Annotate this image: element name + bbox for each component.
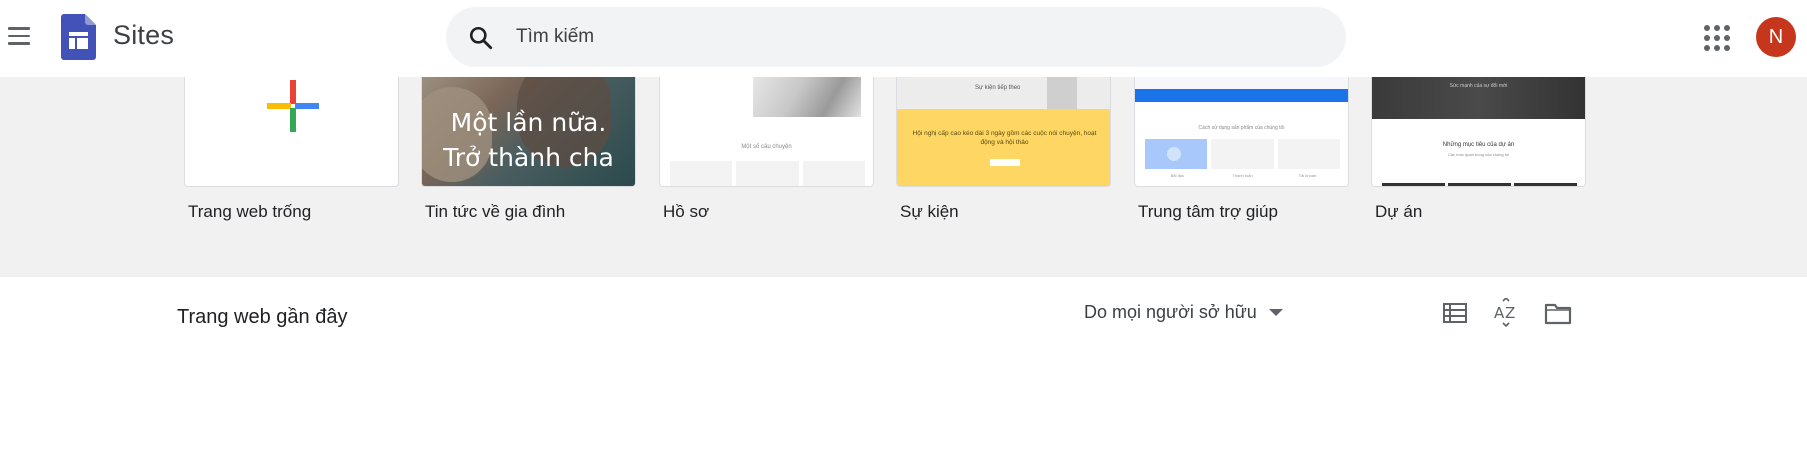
template-gallery: Trang web trống Một lần nữa. Trở thành c…: [0, 77, 1807, 277]
thumbnail-title: Những mục tiêu của dự án: [1442, 142, 1515, 148]
thumbnail-text: Sức mạnh của sự đổi mới: [1449, 83, 1508, 89]
thumbnail-header: Sự kiện tiếp theo: [897, 77, 1110, 109]
thumbnail-text: Một số câu chuyện: [741, 144, 792, 150]
google-apps-icon[interactable]: [1702, 23, 1732, 53]
template-thumbnail[interactable]: Cách sử dụng sản phẩm của chúng tôi Bắt …: [1134, 77, 1349, 187]
template-label: Sự kiện: [900, 202, 959, 221]
thumbnail-photo: [753, 77, 861, 117]
thumbnail-cards: [670, 161, 865, 186]
sites-logo-icon[interactable]: [61, 14, 96, 60]
template-label: Trung tâm trợ giúp: [1138, 202, 1278, 221]
app-name[interactable]: Sites: [113, 20, 174, 51]
top-app-bar: Sites N: [0, 0, 1807, 77]
template-thumbnail[interactable]: Sự kiện tiếp theo Hội nghị cấp cao kéo d…: [896, 77, 1111, 187]
svg-text:Z: Z: [1505, 304, 1515, 322]
template-label: Dự án: [1375, 202, 1423, 221]
account-avatar[interactable]: N: [1756, 17, 1796, 57]
template-label: Tin tức về gia đình: [425, 202, 566, 221]
template-thumbnail[interactable]: [184, 77, 399, 187]
recent-sites-heading: Trang web gần đây: [177, 306, 348, 328]
thumbnail-header: [1135, 77, 1348, 89]
thumbnail-cards: [1145, 139, 1340, 169]
headline-line: Một lần nữa.: [450, 108, 607, 137]
thumbnail-photos: [1382, 183, 1577, 186]
list-view-icon[interactable]: [1440, 298, 1470, 328]
thumbnail-caption: Thanh toán: [1232, 173, 1253, 178]
template-thumbnail[interactable]: Sức mạnh của sự đổi mới Những mục tiêu c…: [1371, 77, 1586, 187]
thumbnail-title: Sự kiện tiếp theo: [975, 85, 1021, 91]
thumbnail-caption: Bắt đầu: [1170, 173, 1185, 178]
owner-filter-label: Do mọi người sở hữu: [1084, 302, 1257, 322]
thumbnail-bar: [1135, 89, 1348, 102]
search-bar[interactable]: [446, 7, 1346, 67]
thumbnail-text: Cách sử dụng sản phẩm của chúng tôi: [1198, 125, 1285, 131]
template-thumbnail[interactable]: Một số câu chuyện: [659, 77, 874, 187]
headline-line: Trở thành cha: [443, 143, 614, 172]
main-menu-icon[interactable]: [6, 17, 32, 55]
template-thumbnail[interactable]: Một lần nữa. Trở thành cha: [421, 77, 636, 187]
folder-icon[interactable]: [1543, 298, 1573, 328]
thumbnail-photo: [1047, 77, 1077, 109]
dropdown-arrow-icon: [1268, 309, 1283, 316]
template-label: Hồ sơ: [663, 202, 710, 221]
thumbnail-header: Sức mạnh của sự đổi mới: [1372, 77, 1585, 119]
search-input[interactable]: [516, 17, 1316, 57]
thumbnail-captions: Bắt đầu Thanh toán Tài khoản: [1145, 173, 1340, 178]
svg-text:A: A: [1494, 304, 1505, 322]
template-label: Trang web trống: [188, 202, 312, 221]
thumbnail-headline: Một lần nữa. Trở thành cha: [422, 105, 635, 175]
thumbnail-text: Hội nghị cấp cao kéo dài 3 ngày gồm các …: [912, 130, 1097, 146]
thumbnail-caption: Tài khoản: [1298, 173, 1317, 178]
sort-az-icon[interactable]: A Z: [1491, 298, 1521, 328]
search-icon[interactable]: [468, 25, 494, 51]
plus-icon: [267, 80, 319, 132]
owner-filter-dropdown[interactable]: Do mọi người sở hữu: [1084, 302, 1283, 323]
thumbnail-button: [990, 159, 1020, 166]
thumbnail-band: Hội nghị cấp cao kéo dài 3 ngày gồm các …: [897, 109, 1110, 186]
thumbnail-text: Các mốc quan trọng của chúng tôi: [1448, 152, 1509, 157]
